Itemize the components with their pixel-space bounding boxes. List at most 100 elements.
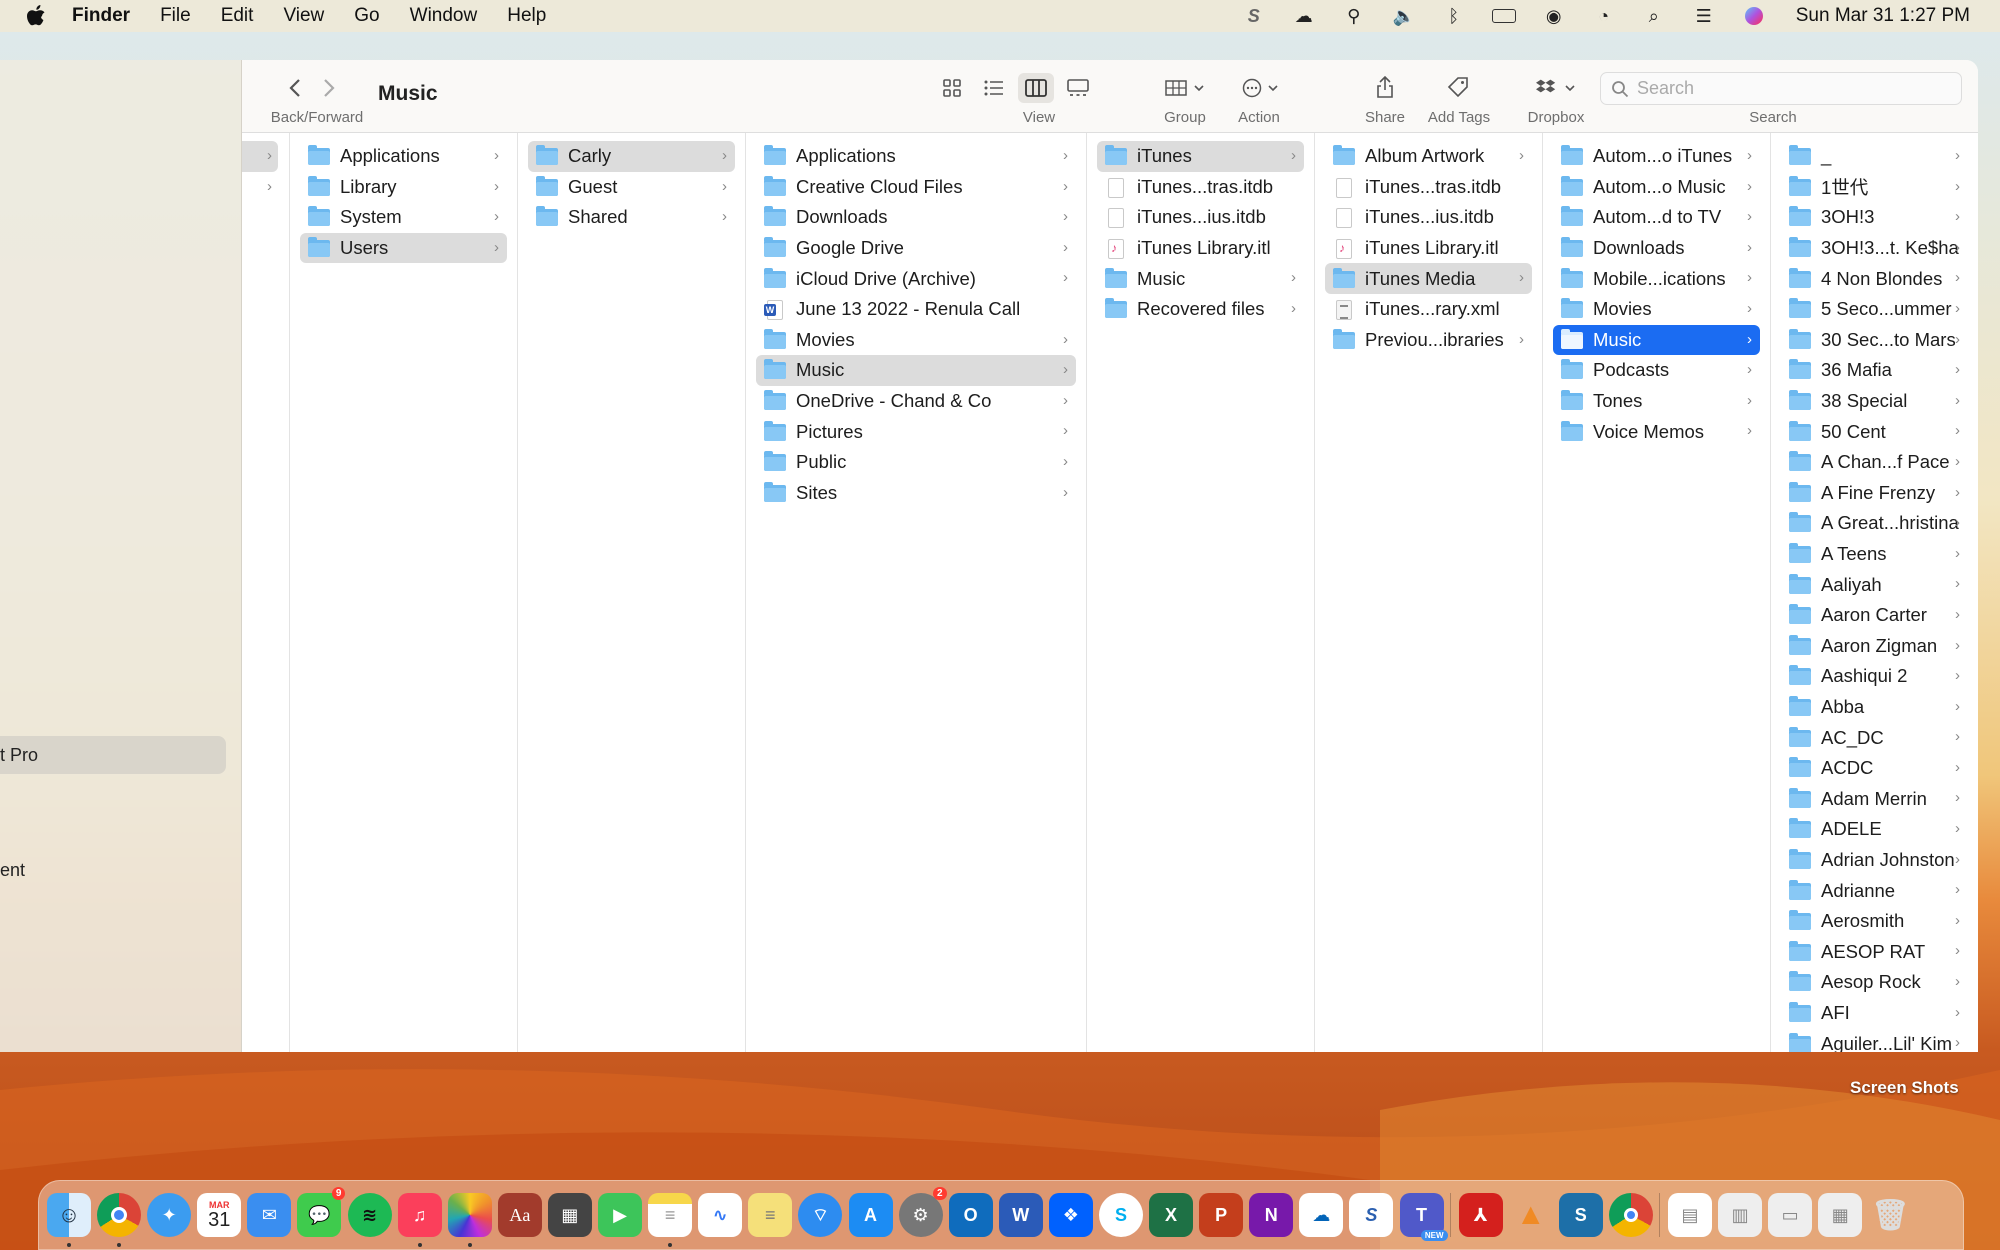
menu-finder[interactable]: Finder <box>72 5 130 27</box>
menu-file[interactable]: File <box>160 5 191 27</box>
list-item[interactable]: Movies › <box>756 325 1076 356</box>
list-item[interactable]: Music › <box>1097 263 1304 294</box>
acrobat-dock-icon[interactable]: ⅄ <box>1458 1193 1503 1237</box>
powerpoint-dock-icon[interactable]: P <box>1199 1193 1244 1237</box>
list-item[interactable]: Aaliyah › <box>1781 569 1968 600</box>
list-item[interactable]: › <box>242 172 278 203</box>
chrome-canary-dock-icon[interactable] <box>1608 1193 1653 1237</box>
action-button[interactable] <box>1238 74 1286 102</box>
creative-cloud-status-icon[interactable]: S <box>1242 5 1266 27</box>
list-item[interactable]: Guest › <box>528 172 735 203</box>
skype-dock-icon[interactable]: S <box>1098 1193 1143 1237</box>
spotify-dock-icon[interactable]: ≋ <box>347 1193 392 1237</box>
word-dock-icon[interactable]: W <box>998 1193 1043 1237</box>
list-item[interactable]: AESOP RAT › <box>1781 936 1968 967</box>
list-item[interactable]: Aashiqui 2 › <box>1781 661 1968 692</box>
facetime-dock-icon[interactable]: ▶ <box>598 1193 643 1237</box>
dropbox-dock-icon[interactable]: ❖ <box>1048 1193 1093 1237</box>
list-item[interactable]: Pictures › <box>756 416 1076 447</box>
list-item[interactable]: Aerosmith › <box>1781 906 1968 937</box>
forward-button[interactable] <box>316 74 342 102</box>
back-button[interactable] <box>282 74 308 102</box>
binoculars-icon[interactable]: ⚲ <box>1342 5 1366 27</box>
siri-icon[interactable] <box>1742 5 1766 27</box>
desktop-folder-label[interactable]: Screen Shots <box>1850 1078 1959 1098</box>
list-item[interactable]: Autom...o Music › <box>1553 172 1760 203</box>
cloud-sync-status-icon[interactable]: ☁ <box>1292 5 1316 27</box>
list-item[interactable]: › <box>242 141 278 172</box>
menu-clock[interactable]: Sun Mar 31 1:27 PM <box>1796 5 1970 27</box>
list-item[interactable]: Aesop Rock › <box>1781 967 1968 998</box>
list-item[interactable]: A Chan...f Pace › <box>1781 447 1968 478</box>
list-item[interactable]: Adrianne › <box>1781 875 1968 906</box>
vlc-dock-icon[interactable]: ▲ <box>1509 1193 1553 1237</box>
menu-window[interactable]: Window <box>410 5 478 27</box>
creative-cloud-dock-icon[interactable]: S <box>1349 1193 1394 1237</box>
gallery-view-button[interactable] <box>1060 73 1096 103</box>
list-item[interactable]: ADELE › <box>1781 814 1968 845</box>
teams-dock-icon[interactable]: T NEW <box>1399 1193 1448 1241</box>
list-item[interactable]: AC_DC › <box>1781 722 1968 753</box>
list-item[interactable]: 36 Mafia › <box>1781 355 1968 386</box>
icon-view-button[interactable] <box>934 73 970 103</box>
list-item[interactable]: Recovered files › <box>1097 294 1304 325</box>
list-item[interactable]: Podcasts › <box>1553 355 1760 386</box>
freeform-dock-icon[interactable]: ∿ <box>698 1193 743 1237</box>
list-item[interactable]: Aaron Carter › <box>1781 600 1968 631</box>
list-item[interactable]: 3OH!3 › <box>1781 202 1968 233</box>
list-item[interactable]: Library › <box>300 172 507 203</box>
list-item[interactable]: A Teens › <box>1781 539 1968 570</box>
documents-stack-icon[interactable]: ▤ <box>1668 1193 1712 1237</box>
list-item[interactable]: Autom...o iTunes › <box>1553 141 1760 172</box>
list-item[interactable]: ACDC › <box>1781 753 1968 784</box>
safari-dock-icon[interactable]: ✦ <box>147 1193 192 1237</box>
battery-icon[interactable] <box>1491 5 1516 27</box>
list-item[interactable]: Creative Cloud Files › <box>756 172 1076 203</box>
onenote-dock-icon[interactable]: N <box>1249 1193 1294 1237</box>
list-item[interactable]: Users › <box>300 232 507 264</box>
menu-go[interactable]: Go <box>354 5 379 27</box>
list-item[interactable]: Public › <box>756 447 1076 478</box>
list-item[interactable]: Downloads › <box>756 202 1076 233</box>
chrome-dock-icon[interactable] <box>97 1193 142 1247</box>
list-item[interactable]: Mobile...ications › <box>1553 263 1760 294</box>
sidebar-item[interactable]: ent <box>0 860 25 881</box>
list-item[interactable]: iTunes...rary.xml <box>1325 294 1532 325</box>
list-item[interactable]: Adrian Johnston › <box>1781 845 1968 876</box>
list-item[interactable]: Previou...ibraries › <box>1325 325 1532 356</box>
list-item[interactable]: Abba › <box>1781 692 1968 723</box>
list-item[interactable]: 38 Special › <box>1781 386 1968 417</box>
group-button[interactable] <box>1162 74 1210 102</box>
list-item[interactable]: _ › <box>1781 141 1968 172</box>
menu-view[interactable]: View <box>283 5 324 27</box>
list-item[interactable]: iTunes...tras.itdb <box>1097 172 1304 203</box>
trash-icon[interactable]: 🗑 <box>1868 1193 1912 1237</box>
apple-menu-icon[interactable] <box>22 2 50 30</box>
downloads-stack-icon[interactable]: ▥ <box>1718 1193 1763 1237</box>
volume-icon[interactable]: 🔈 <box>1392 5 1416 27</box>
list-item[interactable]: A Fine Frenzy › <box>1781 478 1968 509</box>
list-item[interactable]: 3OH!3...t. Ke$ha › <box>1781 233 1968 264</box>
calculator-dock-icon[interactable]: ▦ <box>547 1193 592 1237</box>
screenshots-stack-icon-2[interactable]: ▦ <box>1818 1193 1863 1237</box>
spotlight-search-icon[interactable]: ⌕ <box>1642 5 1666 27</box>
list-item[interactable]: OneDrive - Chand & Co › <box>756 386 1076 417</box>
list-item[interactable]: iTunes...ius.itdb <box>1097 202 1304 233</box>
system-settings-dock-icon[interactable]: ⚙ 2 <box>898 1187 947 1237</box>
notes-dock-icon[interactable]: ≡ <box>648 1193 693 1247</box>
list-item[interactable]: iTunes › <box>1097 141 1304 172</box>
list-item[interactable]: Voice Memos › <box>1553 416 1760 447</box>
list-item[interactable]: AFI › <box>1781 998 1968 1029</box>
list-view-button[interactable] <box>976 73 1012 103</box>
list-item[interactable]: Carly › <box>528 141 735 172</box>
dropbox-button[interactable] <box>1532 74 1580 102</box>
list-item[interactable]: 5 Seco...ummer › <box>1781 294 1968 325</box>
scrivener-dock-icon[interactable]: S <box>1558 1193 1603 1237</box>
list-item[interactable]: Album Artwork › <box>1325 141 1532 172</box>
share-button[interactable] <box>1370 72 1400 102</box>
messages-dock-icon[interactable]: 💬 9 <box>297 1187 346 1237</box>
search-input[interactable] <box>1637 78 1937 99</box>
menu-help[interactable]: Help <box>507 5 546 27</box>
list-item[interactable]: Adam Merrin › <box>1781 783 1968 814</box>
list-item[interactable]: iCloud Drive (Archive) › <box>756 263 1076 294</box>
